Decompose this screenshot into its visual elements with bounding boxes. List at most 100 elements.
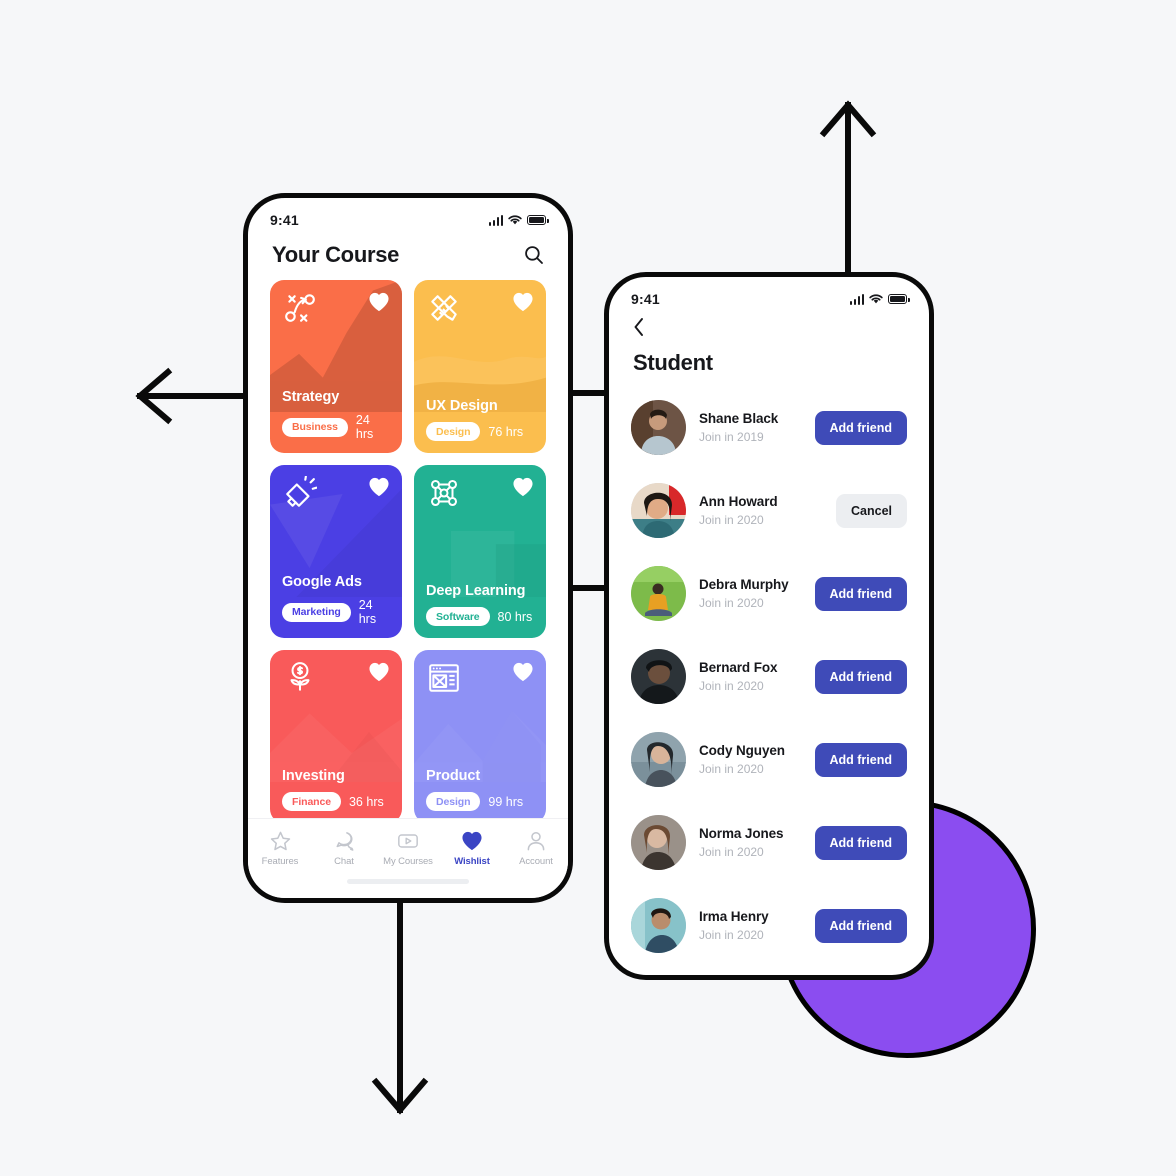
avatar — [631, 400, 686, 455]
add-friend-button[interactable]: Add friend — [814, 742, 907, 777]
tab-account[interactable]: Account — [505, 831, 567, 867]
courses-header: Your Course — [248, 230, 568, 280]
status-icons — [488, 214, 549, 226]
course-hours: 24 hrs — [355, 413, 374, 441]
add-friend-button[interactable]: Add friend — [814, 576, 907, 611]
favorite-heart-icon[interactable] — [368, 662, 390, 682]
search-icon[interactable] — [524, 245, 544, 265]
avatar — [631, 732, 686, 787]
course-hours: 24 hrs — [358, 598, 377, 626]
signal-bars-icon — [849, 293, 864, 305]
favorite-heart-icon[interactable] — [512, 662, 534, 682]
tab-label: Chat — [334, 856, 354, 867]
student-row[interactable]: Ann Howard Join in 2020 Cancel — [631, 469, 907, 552]
tab-wishlist[interactable]: Wishlist — [441, 831, 503, 867]
tab-label: My Courses — [383, 856, 433, 867]
chat-bubble-icon — [336, 832, 353, 851]
student-info: Cody Nguyen Join in 2020 — [699, 743, 802, 776]
student-row[interactable]: Debra Murphy Join in 2020 Add friend — [631, 552, 907, 635]
course-hours: 36 hrs — [348, 794, 384, 809]
back-button[interactable] — [609, 309, 929, 342]
course-card-product[interactable]: Product Design 99 hrs — [414, 650, 546, 823]
add-friend-button[interactable]: Add friend — [814, 410, 907, 445]
home-indicator — [347, 879, 469, 884]
avatar — [631, 483, 686, 538]
course-tag: Design — [426, 422, 481, 441]
battery-icon — [527, 215, 549, 225]
status-icons — [849, 293, 910, 305]
course-hours: 80 hrs — [497, 609, 533, 624]
favorite-heart-icon[interactable] — [512, 477, 534, 497]
page-title: Student — [633, 350, 713, 375]
course-title: Product — [426, 768, 481, 784]
student-name: Debra Murphy — [699, 577, 789, 592]
star-icon — [270, 831, 290, 851]
student-row[interactable]: Bernard Fox Join in 2020 Add friend — [631, 635, 907, 718]
course-meta: Design 76 hrs — [426, 422, 534, 441]
student-join-date: Join in 2020 — [699, 596, 764, 610]
tab-label: Wishlist — [454, 856, 490, 867]
add-friend-button[interactable]: Add friend — [814, 908, 907, 943]
wifi-icon — [869, 293, 883, 303]
course-meta: Marketing 24 hrs — [282, 598, 390, 626]
megaphone-icon — [286, 476, 317, 507]
student-name: Irma Henry — [699, 909, 769, 924]
student-row[interactable]: Irma Henry Join in 2020 Add friend — [631, 884, 907, 967]
course-card-strategy[interactable]: Strategy Business 24 hrs — [270, 280, 402, 453]
avatar — [631, 815, 686, 870]
student-name: Bernard Fox — [699, 660, 778, 675]
course-tag: Design — [426, 792, 481, 811]
favorite-heart-icon[interactable] — [368, 477, 390, 497]
tab-chat[interactable]: Chat — [313, 831, 375, 867]
tab-my-courses[interactable]: My Courses — [377, 831, 439, 867]
course-title: Investing — [282, 768, 345, 784]
phone-student-list: 9:41 Student Shane Black Join in 2019 Ad… — [604, 272, 934, 980]
favorite-heart-icon[interactable] — [368, 292, 390, 312]
avatar — [631, 898, 686, 953]
course-card-investing[interactable]: Investing Finance 36 hrs — [270, 650, 402, 823]
avatar-photo — [631, 815, 686, 870]
status-bar: 9:41 — [248, 198, 568, 230]
student-join-date: Join in 2020 — [699, 928, 764, 942]
course-hours: 99 hrs — [488, 794, 524, 809]
student-row[interactable]: Cody Nguyen Join in 2020 Add friend — [631, 718, 907, 801]
add-friend-button[interactable]: Add friend — [814, 825, 907, 860]
course-card-deep-learning[interactable]: Deep Learning Software 80 hrs — [414, 465, 546, 638]
person-icon — [527, 831, 545, 851]
student-join-date: Join in 2020 — [699, 679, 764, 693]
add-friend-button[interactable]: Add friend — [814, 659, 907, 694]
avatar — [631, 566, 686, 621]
student-info: Shane Black Join in 2019 — [699, 411, 802, 444]
strategy-playbook-icon — [285, 294, 315, 322]
tab-label: Features — [261, 856, 299, 867]
wifi-icon — [508, 214, 522, 224]
ruler-pencil-icon — [431, 295, 457, 321]
student-name: Ann Howard — [699, 494, 778, 509]
course-title: UX Design — [426, 398, 498, 414]
tab-features[interactable]: Features — [249, 831, 311, 867]
favorite-heart-icon[interactable] — [512, 292, 534, 312]
course-hours: 76 hrs — [488, 424, 524, 439]
student-row[interactable]: Shane Black Join in 2019 Add friend — [631, 386, 907, 469]
student-name: Shane Black — [699, 411, 779, 426]
course-tag: Business — [282, 417, 348, 437]
canvas: 9:41 Your Course Strategy Business 24 hr… — [0, 0, 1176, 1176]
student-row[interactable]: Norma Jones Join in 2020 Add friend — [631, 801, 907, 884]
play-video-icon — [398, 834, 418, 848]
course-tag: Software — [426, 607, 490, 626]
signal-bars-icon — [488, 214, 503, 226]
course-meta: Software 80 hrs — [426, 607, 534, 626]
money-plant-icon — [290, 662, 310, 691]
student-info: Debra Murphy Join in 2020 — [699, 577, 802, 610]
course-card-google-ads[interactable]: Google Ads Marketing 24 hrs — [270, 465, 402, 638]
avatar-photo — [631, 732, 686, 787]
course-tag: Finance — [282, 792, 341, 811]
student-name: Cody Nguyen — [699, 743, 785, 758]
cancel-friend-button[interactable]: Cancel — [836, 493, 907, 528]
student-join-date: Join in 2020 — [699, 513, 764, 527]
student-join-date: Join in 2019 — [699, 430, 764, 444]
avatar-photo — [631, 400, 686, 455]
heart-icon — [462, 831, 482, 851]
course-card-ux-design[interactable]: UX Design Design 76 hrs — [414, 280, 546, 453]
chevron-left-icon — [634, 318, 643, 336]
